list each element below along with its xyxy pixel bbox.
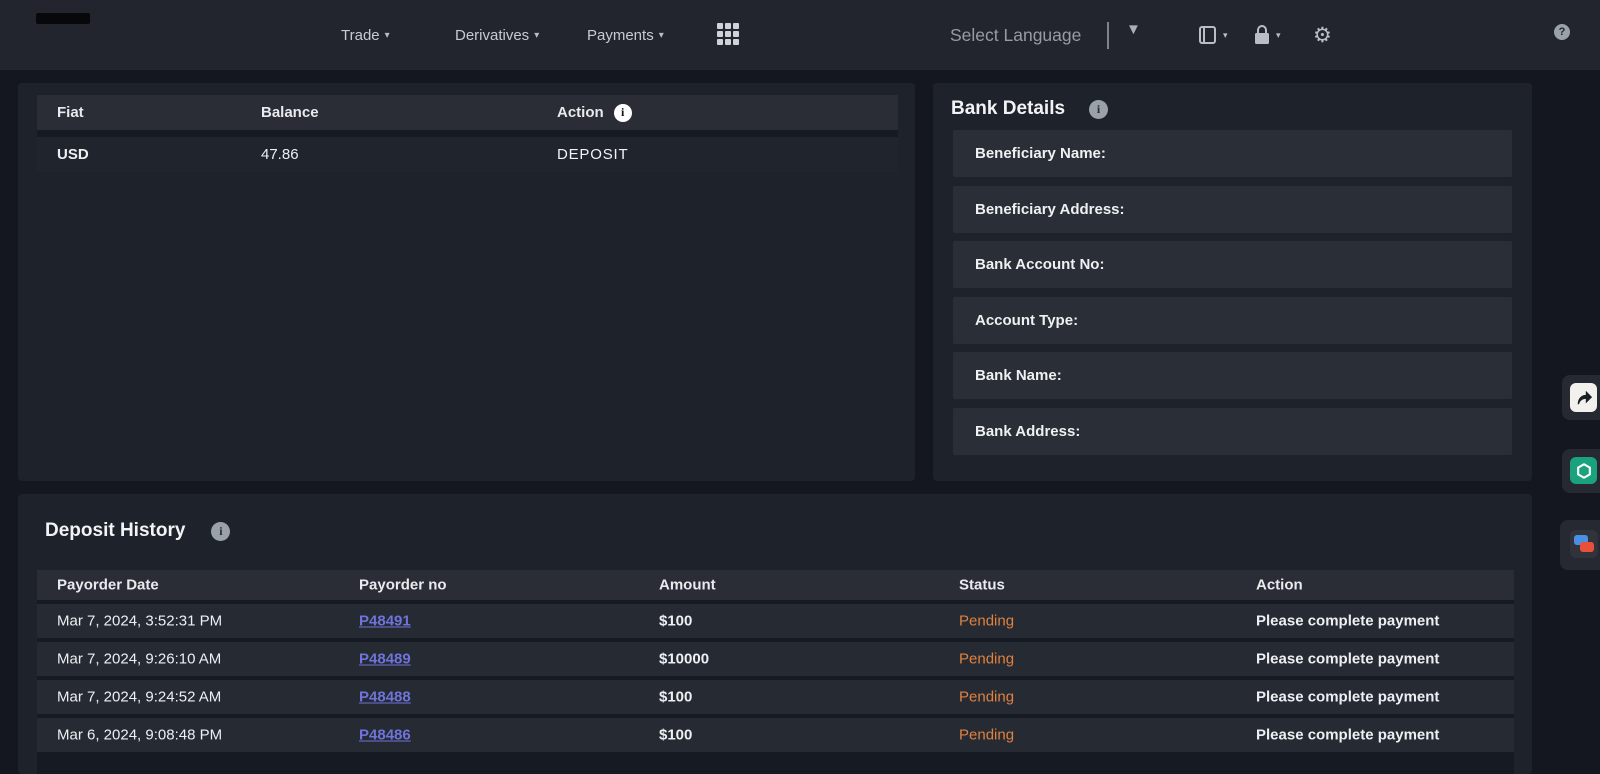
col-header-status: Status [959, 577, 1005, 594]
bank-details-title: Bank Details [951, 98, 1065, 120]
amount: $100 [659, 613, 692, 630]
info-icon[interactable]: i [211, 522, 230, 541]
action-text: Please complete payment [1256, 727, 1439, 744]
wallet-menu[interactable]: ▾ [1197, 0, 1228, 70]
payorder-link[interactable]: P48486 [359, 727, 411, 744]
status-badge: Pending [959, 689, 1014, 706]
table-row: Mar 6, 2024, 9:08:48 PM P48486 $100 Pend… [37, 718, 1514, 752]
table-row: Mar 7, 2024, 9:24:52 AM P48488 $100 Pend… [37, 680, 1514, 714]
status-badge: Pending [959, 613, 1014, 630]
settings-gear-icon[interactable]: ⚙ [1313, 0, 1332, 70]
payorder-date: Mar 7, 2024, 9:24:52 AM [57, 689, 221, 706]
bank-field-account-type: Account Type: [953, 297, 1512, 344]
chevron-down-icon: ▾ [1276, 30, 1281, 41]
bank-field-bank-name: Bank Name: [953, 352, 1512, 399]
payorder-link[interactable]: P48489 [359, 651, 411, 668]
status-badge: Pending [959, 651, 1014, 668]
security-menu[interactable]: ▾ [1252, 0, 1281, 70]
table-row: Mar 7, 2024, 9:26:10 AM P48489 $10000 Pe… [37, 642, 1514, 676]
fiat-table-header: Fiat Balance Action i [37, 95, 898, 130]
currency-balance: 47.86 [261, 146, 299, 163]
deposit-table-header: Payorder Date Payorder no Amount Status … [37, 570, 1514, 600]
wallet-book-icon [1197, 25, 1219, 45]
status-badge: Pending [959, 727, 1014, 744]
top-navigation-bar: Trade ▾ Derivatives ▾ Payments ▾ Select … [0, 0, 1600, 70]
nav-derivatives-label: Derivatives [455, 27, 529, 44]
payorder-date: Mar 7, 2024, 9:26:10 AM [57, 651, 221, 668]
fiat-header: Fiat [57, 104, 84, 121]
chevron-down-icon: ▾ [659, 30, 664, 41]
col-header-payorder-no: Payorder no [359, 577, 447, 594]
nav-trade[interactable]: Trade ▾ [341, 0, 390, 70]
select-language-label: Select Language [950, 25, 1081, 46]
field-label: Bank Name: [975, 367, 1062, 384]
field-label: Bank Address: [975, 423, 1080, 440]
deposit-button[interactable]: DEPOSIT [557, 146, 628, 163]
deposit-history-title: Deposit History [45, 520, 185, 542]
action-text: Please complete payment [1256, 689, 1439, 706]
payorder-date: Mar 7, 2024, 3:52:31 PM [57, 613, 222, 630]
amount: $10000 [659, 651, 709, 668]
action-text: Please complete payment [1256, 613, 1439, 630]
currency-code: USD [57, 146, 89, 163]
bank-field-account-no: Bank Account No: [953, 241, 1512, 288]
amount: $100 [659, 727, 692, 744]
fiat-row-usd: USD 47.86 DEPOSIT [37, 137, 898, 172]
chevron-down-icon: ▾ [1223, 30, 1228, 41]
help-icon[interactable]: ? [1554, 24, 1570, 40]
nav-derivatives[interactable]: Derivatives ▾ [455, 0, 539, 70]
balance-header: Balance [261, 104, 319, 121]
nav-payments-label: Payments [587, 27, 654, 44]
red-chat-bubble-icon [1580, 542, 1594, 552]
chatgpt-icon [1575, 462, 1593, 480]
select-language[interactable]: Select Language [950, 0, 1081, 70]
share-button[interactable] [1570, 383, 1597, 412]
bank-field-beneficiary-address: Beneficiary Address: [953, 186, 1512, 233]
lock-icon [1252, 24, 1272, 46]
fiat-table: Fiat Balance Action i USD 47.86 DEPOSIT [37, 95, 898, 172]
deposit-history-panel: Deposit History i Payorder Date Payorder… [18, 494, 1532, 774]
bank-field-bank-address: Bank Address: [953, 408, 1512, 455]
payorder-link[interactable]: P48491 [359, 613, 411, 630]
action-header: Action [557, 104, 604, 121]
bank-details-panel: Bank Details i Beneficiary Name: Benefic… [933, 83, 1532, 481]
col-header-amount: Amount [659, 577, 716, 594]
col-header-payorder-date: Payorder Date [57, 577, 159, 594]
amount: $100 [659, 689, 692, 706]
language-dropdown-icon[interactable]: ▼ [1126, 21, 1141, 38]
chevron-down-icon: ▾ [385, 30, 390, 41]
payorder-date: Mar 6, 2024, 9:08:48 PM [57, 727, 222, 744]
chevron-down-icon: ▾ [534, 30, 539, 41]
apps-grid-icon[interactable] [717, 23, 742, 46]
nav-payments[interactable]: Payments ▾ [587, 0, 664, 70]
payorder-link[interactable]: P48488 [359, 689, 411, 706]
fiat-balance-panel: Fiat Balance Action i USD 47.86 DEPOSIT [18, 83, 915, 481]
info-icon[interactable]: i [1089, 100, 1108, 119]
chat-extension-button[interactable] [1570, 530, 1598, 558]
col-header-action: Action [1256, 577, 1303, 594]
chatgpt-extension-button[interactable] [1570, 457, 1597, 484]
info-icon[interactable]: i [614, 104, 632, 122]
nav-trade-label: Trade [341, 27, 380, 44]
share-arrow-icon [1574, 389, 1594, 407]
field-label: Beneficiary Name: [975, 145, 1106, 162]
field-label: Account Type: [975, 312, 1078, 329]
separator [1107, 22, 1109, 49]
table-row: Mar 7, 2024, 3:52:31 PM P48491 $100 Pend… [37, 604, 1514, 638]
action-text: Please complete payment [1256, 651, 1439, 668]
deposit-history-table: Payorder Date Payorder no Amount Status … [37, 570, 1514, 774]
site-logo[interactable] [36, 13, 90, 24]
field-label: Beneficiary Address: [975, 201, 1125, 218]
bank-field-beneficiary-name: Beneficiary Name: [953, 130, 1512, 177]
field-label: Bank Account No: [975, 256, 1104, 273]
